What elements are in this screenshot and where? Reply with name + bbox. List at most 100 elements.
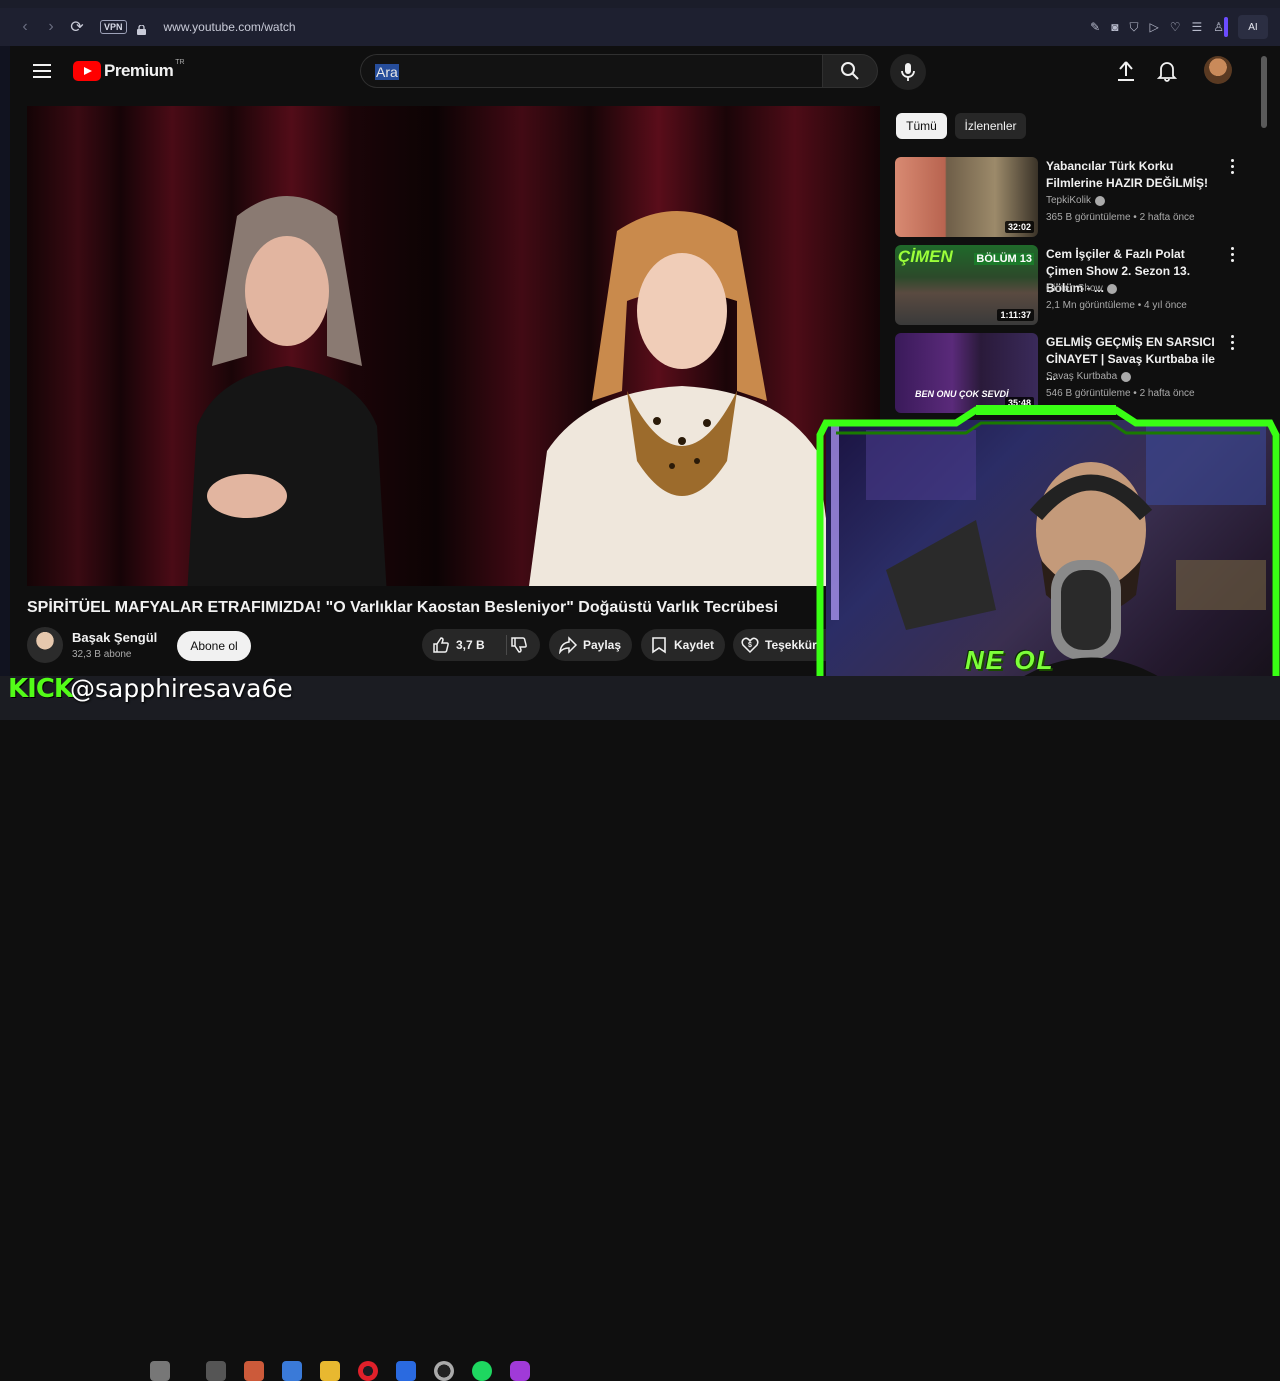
brand-label: Premium [104,61,174,80]
dislike-icon[interactable] [510,636,528,654]
save-button[interactable]: Kaydet [641,629,725,661]
recommendation-meta: 365 B görüntüleme • 2 hafta önce [1046,212,1195,223]
folder-icon[interactable] [320,1361,340,1381]
heart-icon[interactable]: ♡ [1170,20,1181,34]
ai-button[interactable]: AI [1238,15,1268,39]
recommendation-channel-name: Savaş Kurtbaba [1046,371,1118,382]
opera-browser-icon[interactable] [358,1361,378,1381]
youtube-play-icon [73,61,101,81]
taskbar-app-icon[interactable] [510,1361,530,1381]
play-icon[interactable]: ▷ [1149,20,1158,34]
recommendation-views: 546 B görüntüleme [1046,388,1131,399]
recommendation-title: Yabancılar Türk Korku Filmlerine HAZIR D… [1046,159,1209,190]
lock-icon [136,22,146,35]
svg-text:$: $ [748,642,752,649]
chip-watched[interactable]: İzlenenler [955,113,1026,139]
youtube-premium-logo[interactable]: Premium TR [73,58,185,81]
subscriber-count: 32,3 B abone [72,649,132,660]
browser-address-bar: ‹ › ⟳ VPN www.youtube.com/watch ✎ ◙ ⛉ ▷ … [0,8,1280,46]
recommendation-channel: TepkiKolik [1046,195,1106,206]
hamburger-menu-icon[interactable] [33,64,51,78]
recommendation-channel-name: Çimen Show [1046,283,1103,294]
microphone-icon [901,63,915,81]
video-player[interactable] [27,106,880,586]
browser-tab-strip [0,0,1280,8]
edit-icon[interactable]: ✎ [1090,20,1100,34]
camera-icon[interactable]: ◙ [1111,20,1118,34]
like-divider [506,635,507,655]
thanks-label: Teşekkür [765,638,817,652]
share-button[interactable]: Paylaş [549,629,632,661]
youtube-header: Premium TR Ara [10,46,1270,102]
search-input[interactable]: Ara [360,54,823,88]
recommendation-thumbnail[interactable]: 32:02 [895,157,1038,237]
like-icon[interactable] [432,636,450,654]
kick-logo-text: KICK [8,674,74,704]
more-options-icon[interactable] [1231,247,1235,263]
sidebar-indicator [1224,17,1228,37]
thumbnail-text-quote: BEN ONU ÇOK SEVDİ [915,389,1009,399]
url-field[interactable]: www.youtube.com/watch [164,20,296,34]
upload-icon[interactable] [1116,60,1136,82]
recommendation-channel: Savaş Kurtbaba [1046,371,1132,382]
video-duration: 1:11:37 [997,309,1034,321]
recommendation-meta: 2,1 Mn görüntüleme • 4 yıl önce [1046,300,1187,311]
thumbnail-text-cimen: ÇİMEN [898,247,953,266]
page-scrollbar[interactable] [1261,56,1267,128]
obs-studio-icon[interactable] [434,1361,454,1381]
channel-avatar[interactable] [27,627,63,663]
recommendation-age: 2 hafta önce [1139,388,1195,399]
search-query-text: Ara [375,64,399,80]
recommendation-item[interactable]: BEN ONU ÇOK SEVDİ 35:48 GELMİŞ GEÇMİŞ EN… [895,333,1245,413]
region-code: TR [175,58,185,66]
search-icon [841,62,859,80]
recommendation-age: 2 hafta önce [1139,212,1195,223]
subscribe-button[interactable]: Abone ol [177,631,251,661]
profile-icon[interactable]: ♙ [1213,20,1224,34]
search-button[interactable] [822,54,878,88]
reload-icon[interactable]: ⟳ [64,14,90,40]
spotify-icon[interactable] [472,1361,492,1381]
recommendation-channel: Çimen Show [1046,283,1117,294]
save-label: Kaydet [674,638,715,652]
recommendation-thumbnail[interactable]: ÇİMEN BÖLÜM 13 1:11:37 [895,245,1038,325]
taskbar-app-icon[interactable] [244,1361,264,1381]
shield-icon[interactable]: ⛉ [1129,20,1138,35]
verified-icon [1095,195,1106,206]
taskbar-app-icon[interactable] [282,1361,302,1381]
like-dislike-group: 3,7 B [422,629,540,661]
recommendation-item[interactable]: ÇİMEN BÖLÜM 13 1:11:37 Cem İşçiler & Faz… [895,245,1245,325]
user-avatar[interactable] [1204,56,1232,84]
forward-icon[interactable]: › [38,14,64,40]
voice-search-button[interactable] [890,54,926,90]
bookmark-icon [652,637,666,654]
mail-app-icon[interactable] [396,1361,416,1381]
recommendation-views: 2,1 Mn görüntüleme [1046,300,1135,311]
taskbar-app-icon[interactable] [150,1361,170,1381]
verified-icon [1106,283,1117,294]
webcam-caption: NE OL [965,645,1055,675]
recommendation-item[interactable]: 32:02 Yabancılar Türk Korku Filmlerine H… [895,157,1245,237]
browser-toolbar: ✎ ◙ ⛉ ▷ ♡ ☰ ♙ [1090,8,1224,46]
notification-bell-icon[interactable] [1156,60,1178,82]
video-frame-person-left [187,196,387,586]
recommendation-views: 365 B görüntüleme [1046,212,1131,223]
more-options-icon[interactable] [1231,159,1235,175]
more-options-icon[interactable] [1231,335,1235,351]
share-label: Paylaş [583,638,622,652]
recommendation-age: 4 yıl önce [1144,300,1187,311]
recommendation-thumbnail[interactable]: BEN ONU ÇOK SEVDİ 35:48 [895,333,1038,413]
channel-name[interactable]: Başak Şengül [72,630,157,645]
taskbar-app-icon[interactable] [206,1361,226,1381]
chip-all[interactable]: Tümü [896,113,947,139]
menu-list-icon[interactable]: ☰ [1191,20,1202,34]
verified-icon [1121,371,1132,382]
vpn-badge[interactable]: VPN [100,20,127,34]
streamer-handle: @sapphiresava6e [70,674,293,703]
recommendation-channel-name: TepkiKolik [1046,195,1092,206]
like-count[interactable]: 3,7 B [456,638,485,652]
share-icon [559,636,578,654]
back-icon[interactable]: ‹ [12,14,38,40]
video-duration: 32:02 [1004,221,1034,233]
thanks-heart-icon: $ [741,637,759,654]
